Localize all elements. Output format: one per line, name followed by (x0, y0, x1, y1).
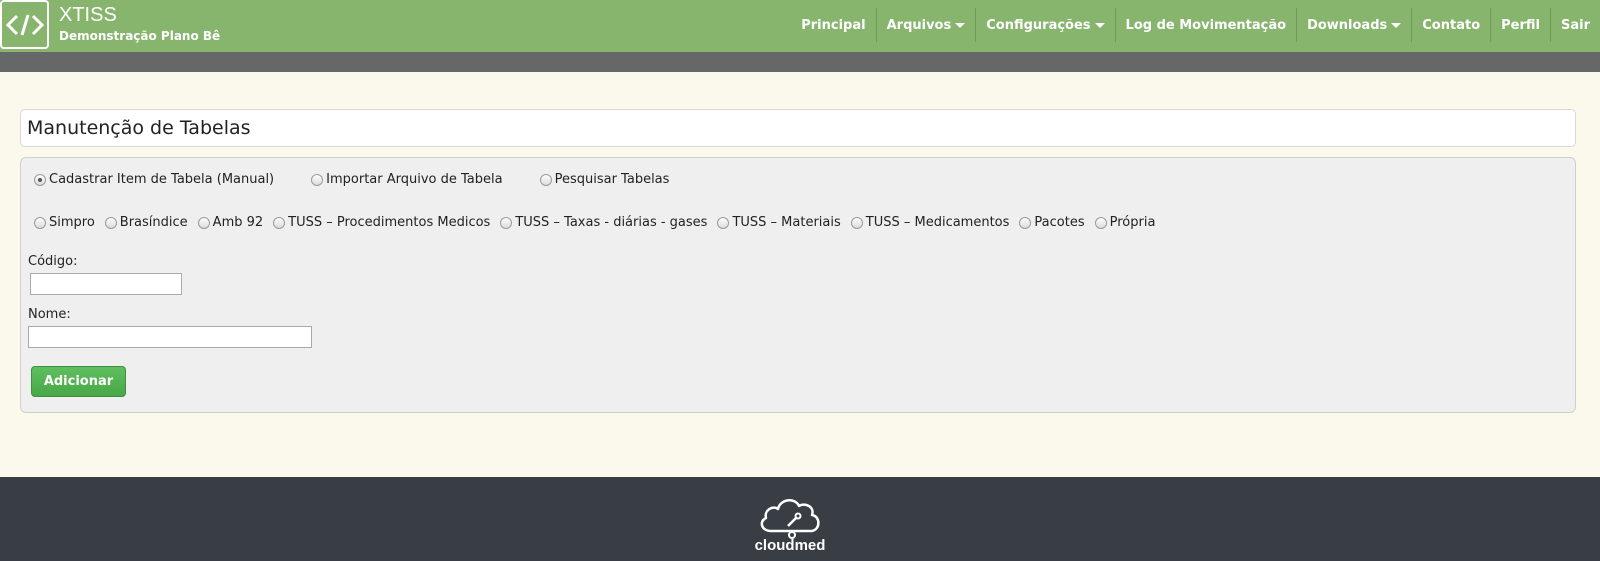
radio-button[interactable] (34, 216, 46, 229)
footer-logo[interactable]: cloudmed (750, 493, 830, 554)
nav-label: Arquivos (886, 17, 952, 33)
nav-arquivos[interactable]: Arquivos (875, 8, 976, 42)
radio-tuss-taxas[interactable]: TUSS – Taxas - diárias - gases (500, 215, 707, 230)
radio-pacotes[interactable]: Pacotes (1019, 215, 1085, 230)
brand: XTISS Demonstração Plano Bê (59, 2, 220, 43)
radio-label: Própria (1109, 215, 1156, 230)
radio-button[interactable] (1019, 216, 1032, 229)
radio-button-checked[interactable] (34, 173, 46, 186)
logo-code-icon[interactable] (0, 0, 49, 49)
nav-log-movimentacao[interactable]: Log de Movimentação (1114, 8, 1297, 42)
nav-label: Contato (1422, 17, 1481, 33)
page-title-panel: Manutenção de Tabelas (20, 109, 1576, 147)
footer: cloudmed (0, 477, 1600, 561)
nav-label: Downloads (1307, 17, 1388, 33)
radio-button[interactable] (197, 216, 210, 229)
radio-button[interactable] (273, 216, 286, 229)
main-nav: Principal Arquivos Configurações Log de … (791, 8, 1600, 42)
radio-label: Simpro (49, 215, 95, 230)
nav-sair[interactable]: Sair (1549, 8, 1600, 42)
radio-label: Importar Arquivo de Tabela (326, 172, 503, 187)
radio-propria[interactable]: Própria (1094, 215, 1156, 230)
page-title: Manutenção de Tabelas (27, 117, 251, 139)
table-maintenance-form: Cadastrar Item de Tabela (Manual) Import… (20, 157, 1576, 413)
radio-simpro[interactable]: Simpro (34, 215, 95, 230)
radio-label: Brasíndice (119, 215, 188, 230)
cloud-stethoscope-icon (760, 499, 820, 539)
caret-down-icon (955, 23, 966, 28)
radio-label: Cadastrar Item de Tabela (Manual) (49, 172, 275, 187)
nav-label: Perfil (1501, 17, 1540, 33)
radio-button[interactable] (311, 173, 324, 186)
radio-label: TUSS – Medicamentos (865, 215, 1010, 230)
radio-button[interactable] (1094, 216, 1107, 229)
nav-label: Configurações (986, 17, 1091, 33)
caret-down-icon (1391, 23, 1402, 28)
nav-perfil[interactable]: Perfil (1490, 8, 1550, 42)
app-title: XTISS (59, 4, 117, 26)
radio-cadastrar-manual[interactable]: Cadastrar Item de Tabela (Manual) (34, 172, 274, 187)
nome-label: Nome: (28, 307, 71, 322)
caret-down-icon (1094, 23, 1105, 28)
radio-button[interactable] (717, 216, 730, 229)
top-navbar: XTISS Demonstração Plano Bê Principal Ar… (0, 0, 1600, 52)
nav-label: Sair (1560, 17, 1590, 33)
nav-contato[interactable]: Contato (1411, 8, 1490, 42)
radio-button[interactable] (539, 173, 552, 186)
radio-importar-arquivo[interactable]: Importar Arquivo de Tabela (311, 172, 503, 187)
nav-label: Log de Movimentação (1125, 17, 1287, 33)
nome-input[interactable] (28, 326, 312, 348)
footer-brand-text: cloudmed (754, 537, 826, 554)
radio-label: Amb 92 (212, 215, 264, 230)
add-button[interactable]: Adicionar (31, 366, 126, 397)
radio-label: TUSS – Taxas - diárias - gases (515, 215, 708, 230)
nav-label: Principal (801, 17, 866, 33)
radio-label: TUSS – Materiais (732, 215, 841, 230)
radio-tuss-medicamentos[interactable]: TUSS – Medicamentos (850, 215, 1010, 230)
radio-tuss-procedimentos[interactable]: TUSS – Procedimentos Medicos (273, 215, 490, 230)
nav-principal[interactable]: Principal (791, 8, 875, 42)
nav-configuracoes[interactable]: Configurações (975, 8, 1114, 42)
code-brackets-icon (5, 14, 44, 35)
radio-amb92[interactable]: Amb 92 (197, 215, 264, 230)
nav-downloads[interactable]: Downloads (1296, 8, 1411, 42)
radio-pesquisar-tabelas[interactable]: Pesquisar Tabelas (539, 172, 670, 187)
radio-tuss-materiais[interactable]: TUSS – Materiais (717, 215, 841, 230)
table-type-radio-group: Simpro Brasíndice Amb 92 TUSS – Procedim… (34, 215, 1155, 230)
codigo-input[interactable] (30, 273, 182, 295)
radio-label: TUSS – Procedimentos Medicos (288, 215, 491, 230)
radio-label: Pesquisar Tabelas (554, 172, 670, 187)
radio-button[interactable] (850, 216, 863, 229)
mode-radio-group: Cadastrar Item de Tabela (Manual) Import… (34, 172, 669, 187)
radio-brasindice[interactable]: Brasíndice (104, 215, 188, 230)
radio-label: Pacotes (1034, 215, 1085, 230)
codigo-label: Código: (28, 254, 78, 269)
sub-bar (0, 52, 1600, 72)
app-subtitle: Demonstração Plano Bê (59, 29, 221, 43)
radio-button[interactable] (500, 216, 513, 229)
radio-button[interactable] (104, 216, 117, 229)
